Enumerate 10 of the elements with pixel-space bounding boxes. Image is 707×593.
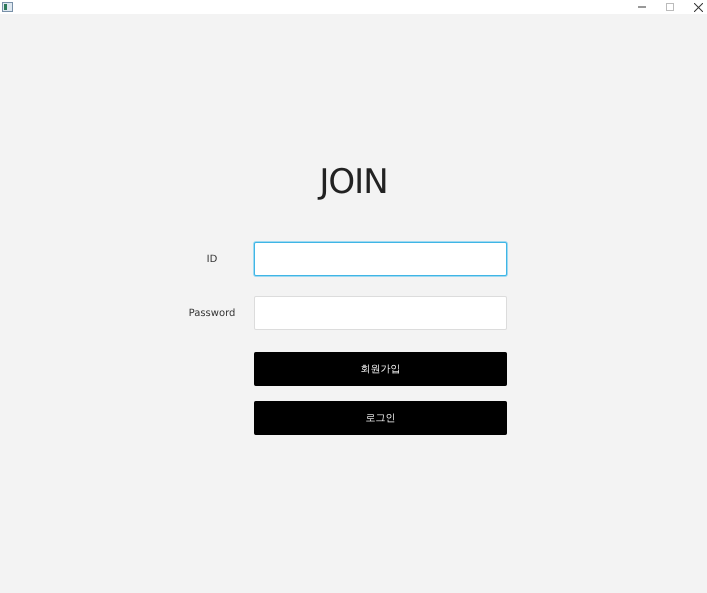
close-icon[interactable] — [694, 2, 703, 12]
input-field[interactable] — [254, 242, 507, 276]
action-button[interactable]: 로그인 — [254, 401, 507, 435]
app-icon — [2, 2, 13, 12]
field-label: Password — [188, 308, 236, 318]
page-title: JOIN — [319, 162, 388, 202]
input-field[interactable] — [254, 296, 507, 330]
action-button[interactable]: 회원가입 — [254, 352, 507, 386]
field-label: ID — [206, 254, 218, 264]
maximize-icon[interactable] — [666, 3, 674, 11]
